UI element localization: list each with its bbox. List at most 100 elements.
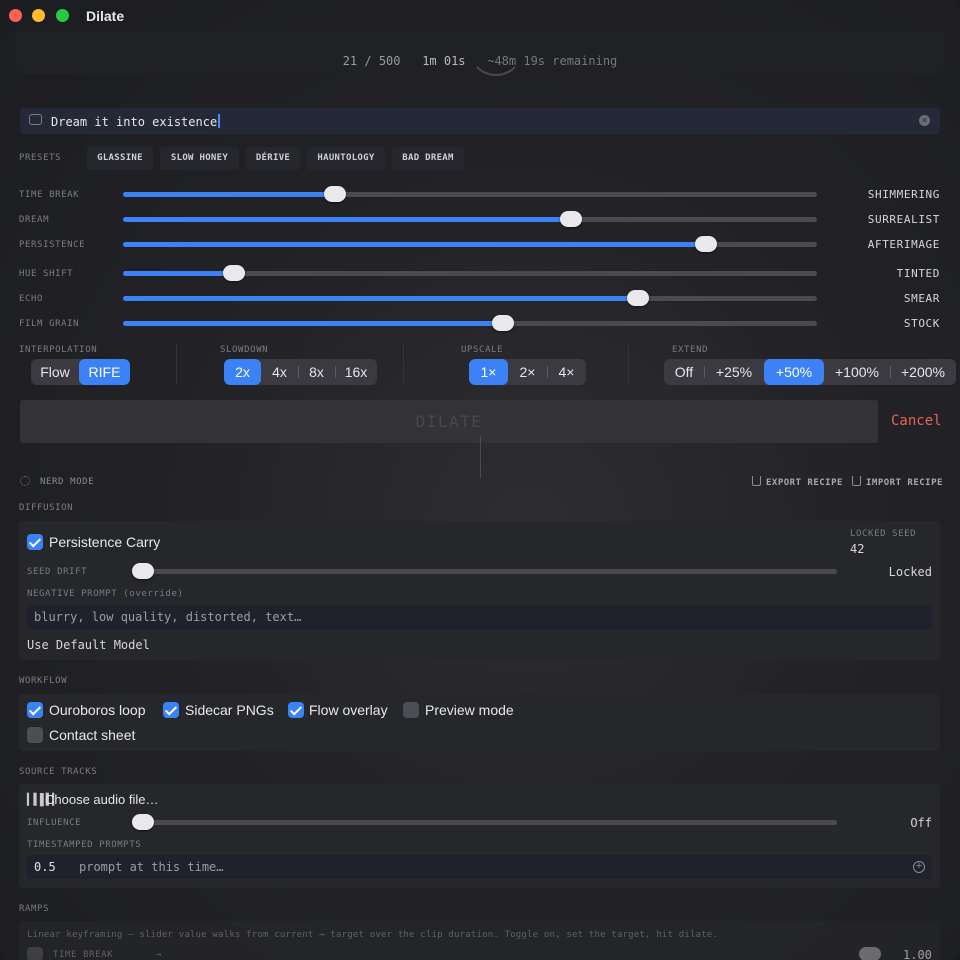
negative-prompt-input[interactable]: blurry, low quality, distorted, text… xyxy=(27,605,932,629)
dream-slider[interactable] xyxy=(123,211,817,227)
preset-bad-dream[interactable]: BAD DREAM xyxy=(392,147,464,170)
seed-drift-slider[interactable] xyxy=(132,563,837,579)
interpolation-label: INTERPOLATION xyxy=(19,345,98,355)
time-input[interactable]: 0.5 xyxy=(34,860,56,874)
remaining-time: ~48m 19s remaining xyxy=(487,54,618,68)
sidecar-pngs-checkbox[interactable] xyxy=(163,702,179,718)
frame-counter: 21 / 500 xyxy=(342,54,401,68)
slider-row-dream: DREAM SURREALIST xyxy=(0,210,960,230)
window-title: Dilate xyxy=(86,8,125,24)
slowdown-option[interactable]: 4x xyxy=(261,359,298,385)
extend-control: Off +25% +50% +100% +200% xyxy=(664,359,956,385)
slider-row-time-break: TIME BREAK SHIMMERING xyxy=(0,185,960,205)
prompt-value: Dream it into existence xyxy=(51,115,218,129)
slowdown-option[interactable]: 16x xyxy=(335,359,377,385)
slider-fill xyxy=(123,271,235,276)
slider-thumb[interactable] xyxy=(492,315,515,331)
persistence-carry-label: Persistence Carry xyxy=(49,534,161,550)
ramp-row-name: TIME BREAK xyxy=(53,950,114,960)
minimize-window-button[interactable] xyxy=(32,9,45,22)
preset-glassine[interactable]: GLASSINE xyxy=(87,147,153,170)
extend-option[interactable]: Off xyxy=(664,359,704,385)
timed-prompt-input[interactable]: prompt at this time… xyxy=(79,860,224,874)
slider-fill xyxy=(123,296,638,301)
persistence-carry-checkbox[interactable] xyxy=(27,534,43,550)
slowdown-option[interactable]: 8x xyxy=(298,359,335,385)
clear-icon[interactable]: ✕ xyxy=(919,115,930,126)
slowdown-control: 2x 4x 8x 16x xyxy=(224,359,377,385)
ramp-target-thumb[interactable] xyxy=(859,947,881,960)
sidecar-pngs-label: Sidecar PNGs xyxy=(185,702,274,718)
slider-label: HUE SHIFT xyxy=(19,269,74,279)
source-tracks-title: SOURCE TRACKS xyxy=(19,767,98,777)
interpolation-option[interactable]: Flow xyxy=(31,359,79,385)
ramps-card: Linear keyframing — slider value walks f… xyxy=(19,921,940,960)
progress-ring xyxy=(468,26,524,76)
slowdown-option[interactable]: 2x xyxy=(224,359,261,385)
slider-fill xyxy=(123,321,504,326)
preset-derive[interactable]: DÉRIVE xyxy=(246,147,300,170)
seed-drift-state: Locked xyxy=(888,565,932,579)
extend-label: EXTEND xyxy=(672,345,709,355)
influence-label: INFLUENCE xyxy=(27,818,82,828)
seed-drift-thumb[interactable] xyxy=(132,563,154,579)
preview-mode-checkbox[interactable] xyxy=(403,702,419,718)
source-tracks-card: ▎▍▌▍▎ Choose audio file… INFLUENCE Off T… xyxy=(19,784,940,888)
ouroboros-loop-checkbox[interactable] xyxy=(27,702,43,718)
extend-option[interactable]: +200% xyxy=(890,359,956,385)
slider-state: SMEAR xyxy=(903,292,940,305)
nerd-mode-toggle[interactable]: NERD MODE xyxy=(20,476,94,487)
film-grain-slider[interactable] xyxy=(123,315,817,331)
extend-option[interactable]: +50% xyxy=(764,359,824,385)
slider-label: PERSISTENCE xyxy=(19,240,86,250)
slider-thumb[interactable] xyxy=(223,265,246,281)
timestamped-prompt-row: 0.5 prompt at this time… + xyxy=(27,855,932,879)
slider-row-hue-shift: HUE SHIFT TINTED xyxy=(0,264,960,284)
time-break-slider[interactable] xyxy=(123,186,817,202)
prompt-input[interactable]: Dream it into existence ✕ xyxy=(20,108,940,134)
extend-option[interactable]: +25% xyxy=(704,359,764,385)
locked-seed-value: 42 xyxy=(850,542,865,556)
interpolation-option[interactable]: RIFE xyxy=(79,359,130,385)
upscale-option[interactable]: 4× xyxy=(547,359,586,385)
dilate-button[interactable]: DILATE xyxy=(20,400,878,443)
extend-option[interactable]: +100% xyxy=(824,359,890,385)
slowdown-label: SLOWDOWN xyxy=(220,345,269,355)
flow-overlay-label: Flow overlay xyxy=(309,702,388,718)
slider-thumb[interactable] xyxy=(323,186,346,202)
divider xyxy=(176,344,177,384)
influence-slider[interactable] xyxy=(132,814,837,830)
slider-label: DREAM xyxy=(19,215,50,225)
add-circle-icon[interactable]: + xyxy=(913,861,925,873)
zoom-window-button[interactable] xyxy=(56,9,69,22)
slider-thumb[interactable] xyxy=(694,236,717,252)
upscale-option[interactable]: 2× xyxy=(508,359,547,385)
slider-thumb[interactable] xyxy=(559,211,582,227)
flow-overlay-checkbox[interactable] xyxy=(288,702,304,718)
import-recipe-label: IMPORT RECIPE xyxy=(866,478,943,488)
slider-label: TIME BREAK xyxy=(19,190,80,200)
upscale-control: 1× 2× 4× xyxy=(469,359,586,385)
echo-slider[interactable] xyxy=(123,290,817,306)
preset-slow-honey[interactable]: SLOW HONEY xyxy=(160,147,239,170)
ramps-title: RAMPS xyxy=(19,904,50,914)
cancel-button[interactable]: Cancel xyxy=(891,413,942,429)
ramp-toggle[interactable] xyxy=(27,947,43,960)
choose-audio-label: Choose audio file… xyxy=(45,792,159,807)
text-caret xyxy=(218,114,221,128)
slider-state: SHIMMERING xyxy=(867,188,940,201)
export-icon xyxy=(752,476,761,486)
close-window-button[interactable] xyxy=(9,9,22,22)
upscale-option[interactable]: 1× xyxy=(469,359,508,385)
slider-thumb[interactable] xyxy=(626,290,649,306)
workflow-card: Ouroboros loop Sidecar PNGs Flow overlay… xyxy=(19,694,940,751)
persistence-slider[interactable] xyxy=(123,236,817,252)
export-recipe-button[interactable]: EXPORT RECIPE xyxy=(752,476,843,488)
gear-icon xyxy=(20,476,30,486)
import-recipe-button[interactable]: IMPORT RECIPE xyxy=(852,476,943,488)
hue-shift-slider[interactable] xyxy=(123,265,817,281)
influence-thumb[interactable] xyxy=(132,814,154,830)
preset-hauntology[interactable]: HAUNTOLOGY xyxy=(307,147,385,170)
contact-sheet-checkbox[interactable] xyxy=(27,727,43,743)
model-select[interactable]: Use Default Model xyxy=(27,638,150,652)
